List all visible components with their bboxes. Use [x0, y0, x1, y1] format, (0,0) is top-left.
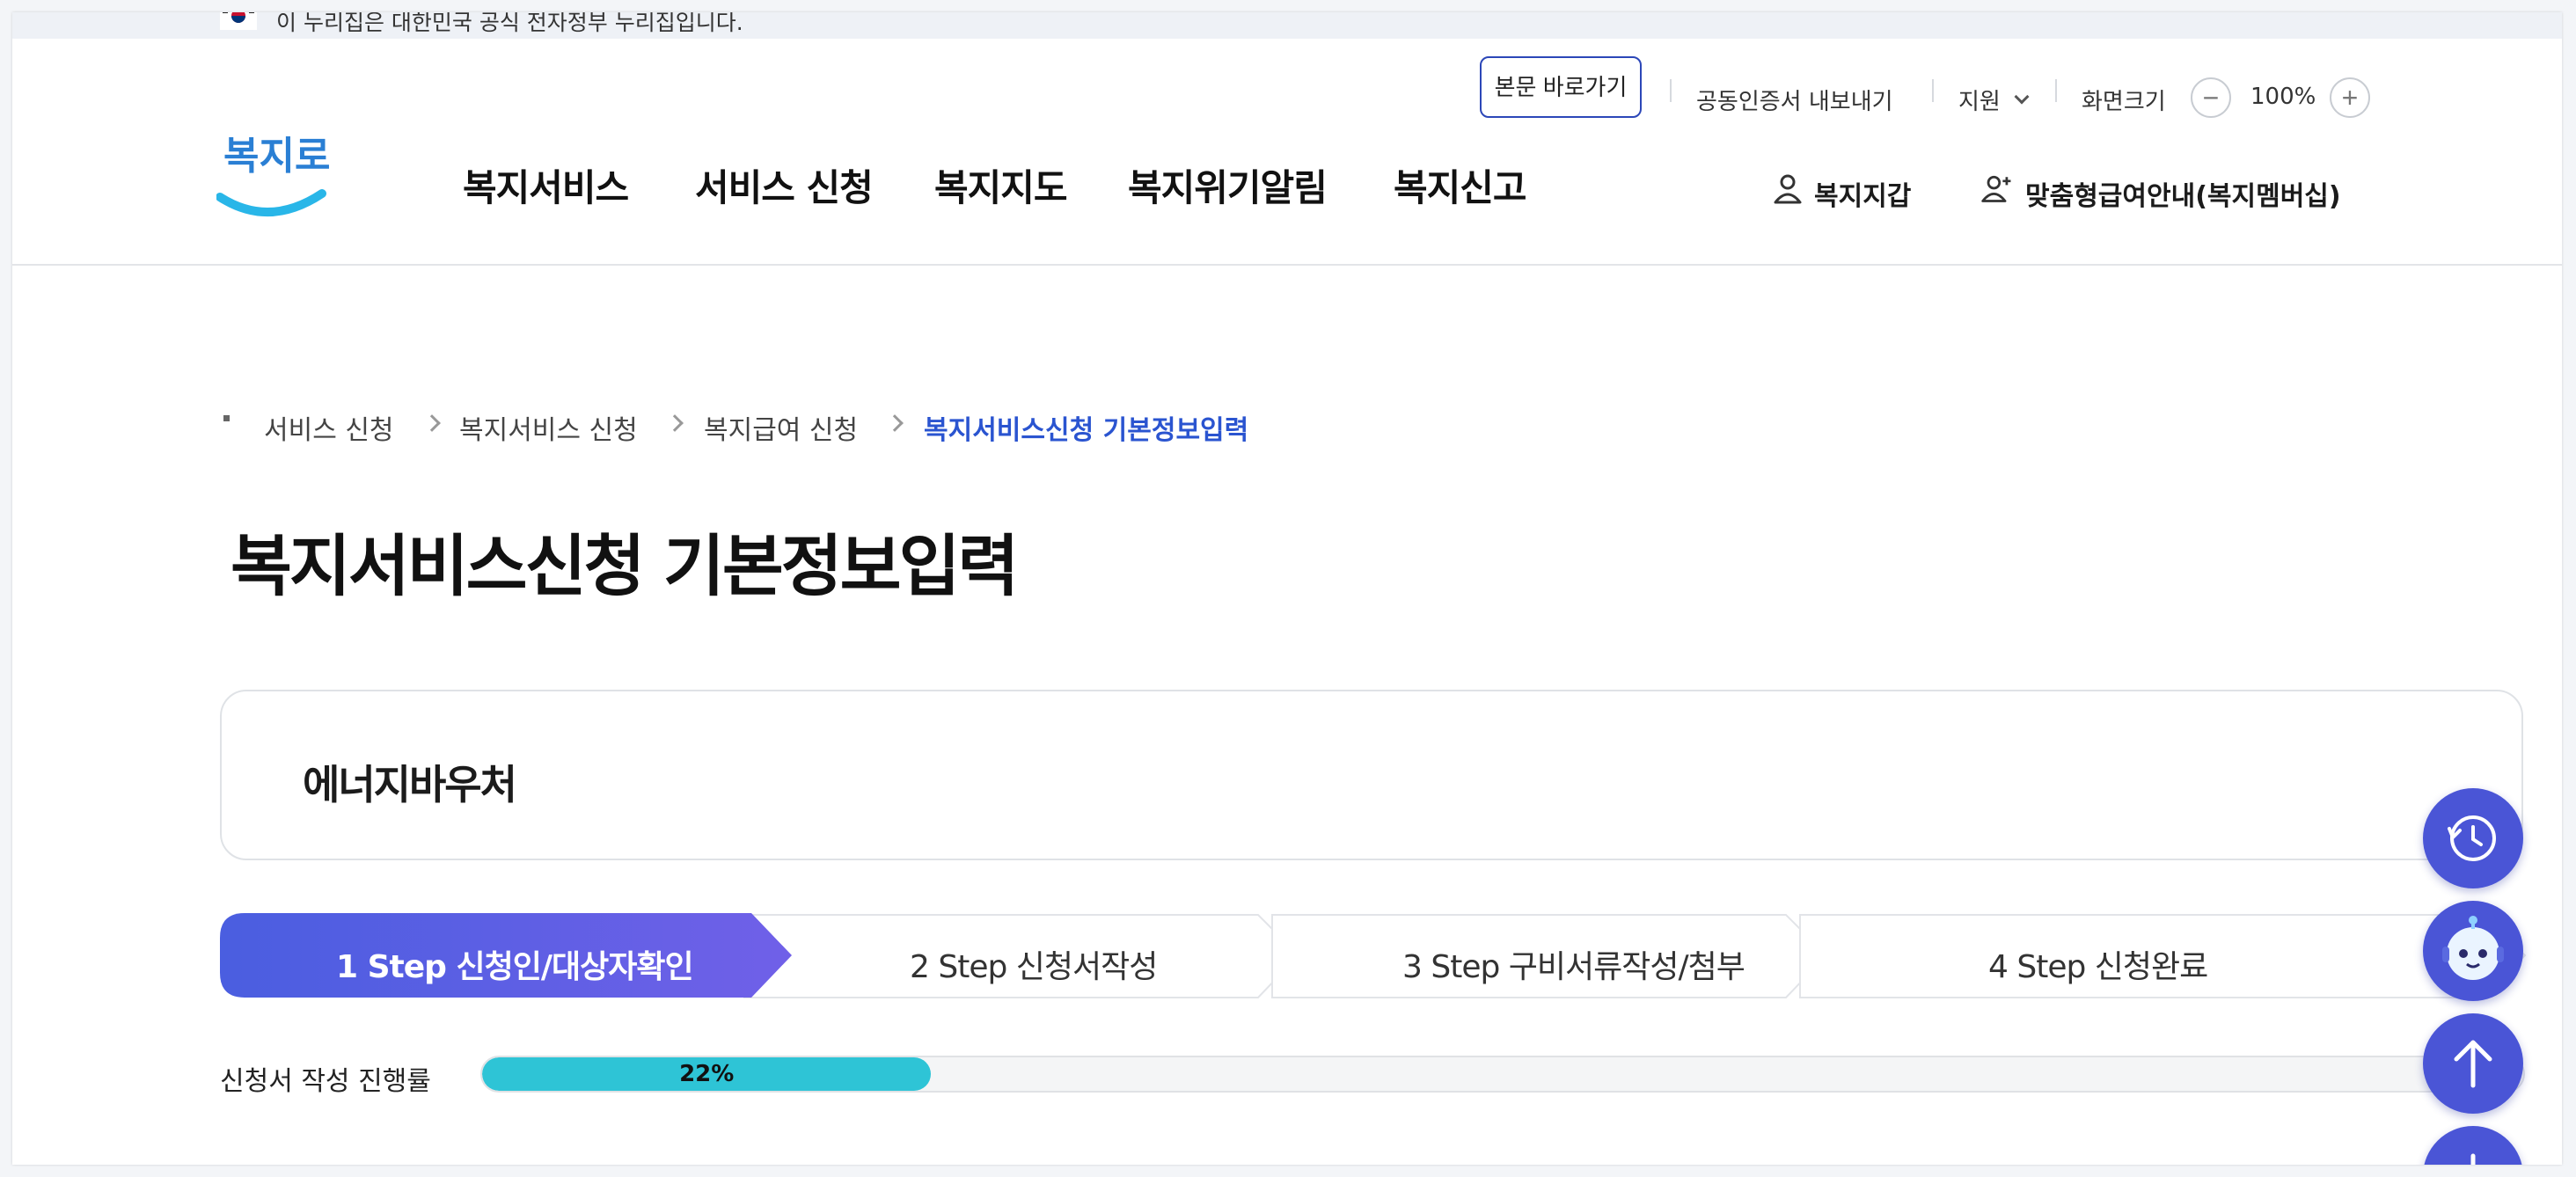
logo-wordmark: 복지로 [223, 134, 329, 179]
step-title: 구비서류작성/첨부 [1508, 949, 1745, 985]
progress-bar: 22% [480, 1056, 2525, 1093]
welfare-wallet-link[interactable]: 복지지갑 [1814, 174, 1911, 213]
service-card: 에너지바우처 [220, 690, 2523, 860]
arrow-up-icon [2454, 1040, 2492, 1088]
gnb-welfare-services[interactable]: 복지서비스 [463, 158, 629, 212]
plus-icon [2470, 1153, 2476, 1165]
gov-banner: 이 누리집은 대한민국 공식 전자정부 누리집입니다. [12, 12, 2562, 39]
step-title: 신청완료 [2094, 949, 2208, 985]
user-add-icon [1981, 175, 2011, 202]
recent-history-button[interactable] [2423, 788, 2523, 888]
gnb-crisis-alert[interactable]: 복지위기알림 [1128, 158, 1328, 212]
screen-size-label: 화면크기 [2082, 89, 2166, 115]
step-number: 3 Step [1402, 949, 1500, 985]
chevron-right-icon [886, 414, 904, 432]
step-indicator: 1 Step 신청인/대상자확인 2 Step 신청서작성 3 Step 구비서… [220, 913, 2527, 1001]
korea-flag-icon [220, 12, 257, 30]
header-divider [12, 264, 2562, 266]
chatbot-button[interactable] [2423, 901, 2523, 1001]
divider [1932, 79, 1934, 102]
progress-label: 신청서 작성 진행률 [220, 1066, 431, 1097]
bokjiro-logo[interactable]: 복지로 [216, 125, 329, 227]
gnb-welfare-map[interactable]: 복지지도 [934, 158, 1068, 212]
support-menu[interactable]: 지원 [1958, 84, 2001, 116]
step-number: 1 Step [336, 949, 447, 985]
zoom-in-button[interactable]: + [2330, 77, 2370, 118]
skip-to-content-button[interactable]: 본문 바로가기 [1480, 56, 1642, 118]
breadcrumb-item[interactable]: 복지서비스 신청 [459, 408, 638, 447]
cert-export-link[interactable]: 공동인증서 내보내기 [1696, 84, 1893, 116]
more-button[interactable] [2423, 1126, 2523, 1165]
step-title: 신청인/대상자확인 [456, 949, 693, 985]
service-name: 에너지바우처 [303, 761, 517, 808]
gnb-welfare-report[interactable]: 복지신고 [1394, 158, 1527, 212]
divider [1670, 79, 1672, 102]
step-number: 2 Step [910, 949, 1007, 985]
history-icon [2448, 815, 2496, 861]
progress-percent: 22% [679, 1061, 735, 1087]
zoom-level: 100% [2250, 84, 2316, 110]
breadcrumb-current: 복지서비스신청 기본정보입력 [924, 415, 1249, 446]
scroll-top-button[interactable] [2423, 1013, 2523, 1114]
step-number: 4 Step [1988, 949, 2086, 985]
chevron-right-icon [666, 414, 684, 432]
breadcrumb-item[interactable]: 서비스 신청 [264, 408, 394, 447]
chevron-right-icon [423, 414, 441, 432]
membership-link[interactable]: 맞춤형급여안내(복지멤버십) [2025, 174, 2341, 213]
chatbot-icon [2442, 916, 2504, 980]
breadcrumb-bullet [223, 415, 230, 421]
step-2-label: 2 Step 신청서작성 [910, 941, 1159, 987]
gov-banner-text: 이 누리집은 대한민국 공식 전자정부 누리집입니다. [276, 12, 743, 35]
step-title: 신청서작성 [1015, 949, 1159, 985]
page-title: 복지서비스신청 기본정보입력 [231, 527, 1019, 605]
breadcrumb-item[interactable]: 복지급여 신청 [704, 408, 858, 447]
divider [2055, 79, 2057, 102]
step-4-label: 4 Step 신청완료 [1988, 941, 2208, 987]
step-1-label: 1 Step 신청인/대상자확인 [336, 941, 694, 987]
zoom-out-button[interactable]: − [2191, 77, 2231, 118]
step-3-label: 3 Step 구비서류작성/첨부 [1402, 941, 1745, 987]
gnb-service-apply[interactable]: 서비스 신청 [695, 158, 874, 212]
user-icon [1774, 174, 1802, 204]
chevron-down-icon [2014, 89, 2030, 105]
browser-page: 이 누리집은 대한민국 공식 전자정부 누리집입니다. 본문 바로가기 공동인증… [12, 12, 2562, 1165]
